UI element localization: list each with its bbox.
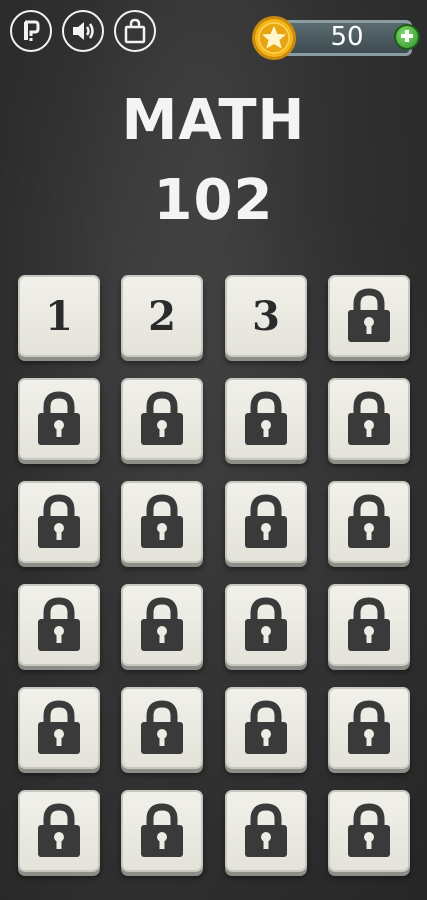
game-subtitle: 102	[153, 168, 274, 233]
level-tile-locked[interactable]	[18, 687, 100, 769]
level-tile-2[interactable]: 2	[121, 275, 203, 357]
lock-icon	[34, 391, 84, 447]
level-tile-locked[interactable]	[225, 790, 307, 872]
sound-icon	[70, 19, 96, 43]
level-tile-locked[interactable]	[225, 584, 307, 666]
level-tile-locked[interactable]	[18, 790, 100, 872]
level-tile-locked[interactable]	[328, 687, 410, 769]
shopping-bag-icon	[123, 18, 147, 44]
level-tile-locked[interactable]	[225, 687, 307, 769]
level-tile-locked[interactable]	[18, 378, 100, 460]
coin-value: 50	[330, 22, 364, 52]
level-tile-locked[interactable]	[328, 378, 410, 460]
help-icon	[19, 18, 43, 44]
level-tile-locked[interactable]	[121, 687, 203, 769]
level-tile-locked[interactable]	[121, 378, 203, 460]
lock-icon	[344, 288, 394, 344]
shop-button[interactable]	[114, 10, 156, 52]
help-button[interactable]	[10, 10, 52, 52]
level-number: 2	[148, 292, 176, 340]
lock-icon	[137, 494, 187, 550]
lock-icon	[344, 494, 394, 550]
lock-icon	[344, 391, 394, 447]
lock-icon	[344, 700, 394, 756]
level-tile-1[interactable]: 1	[18, 275, 100, 357]
lock-icon	[344, 597, 394, 653]
lock-icon	[34, 494, 84, 550]
sound-button[interactable]	[62, 10, 104, 52]
lock-icon	[241, 391, 291, 447]
level-tile-locked[interactable]	[121, 790, 203, 872]
lock-icon	[137, 700, 187, 756]
lock-icon	[344, 803, 394, 859]
lock-icon	[241, 494, 291, 550]
level-tile-locked[interactable]	[328, 481, 410, 563]
game-title: MATH	[121, 88, 306, 153]
level-number: 1	[45, 292, 73, 340]
level-tile-locked[interactable]	[328, 584, 410, 666]
lock-icon	[34, 597, 84, 653]
lock-icon	[241, 597, 291, 653]
lock-icon	[137, 803, 187, 859]
level-number: 3	[252, 292, 280, 340]
level-tile-locked[interactable]	[121, 584, 203, 666]
level-tile-locked[interactable]	[328, 275, 410, 357]
plus-icon	[400, 28, 414, 47]
lock-icon	[137, 391, 187, 447]
level-tile-locked[interactable]	[225, 378, 307, 460]
level-tile-locked[interactable]	[18, 584, 100, 666]
level-tile-locked[interactable]	[121, 481, 203, 563]
level-tile-locked[interactable]	[328, 790, 410, 872]
add-coins-button[interactable]	[394, 24, 420, 50]
level-tile-3[interactable]: 3	[225, 275, 307, 357]
lock-icon	[241, 803, 291, 859]
lock-icon	[241, 700, 291, 756]
lock-icon	[34, 803, 84, 859]
lock-icon	[34, 700, 84, 756]
lock-icon	[137, 597, 187, 653]
level-tile-locked[interactable]	[225, 481, 307, 563]
level-tile-locked[interactable]	[18, 481, 100, 563]
star-coin-icon	[250, 14, 298, 66]
coin-counter: 50	[250, 14, 420, 64]
